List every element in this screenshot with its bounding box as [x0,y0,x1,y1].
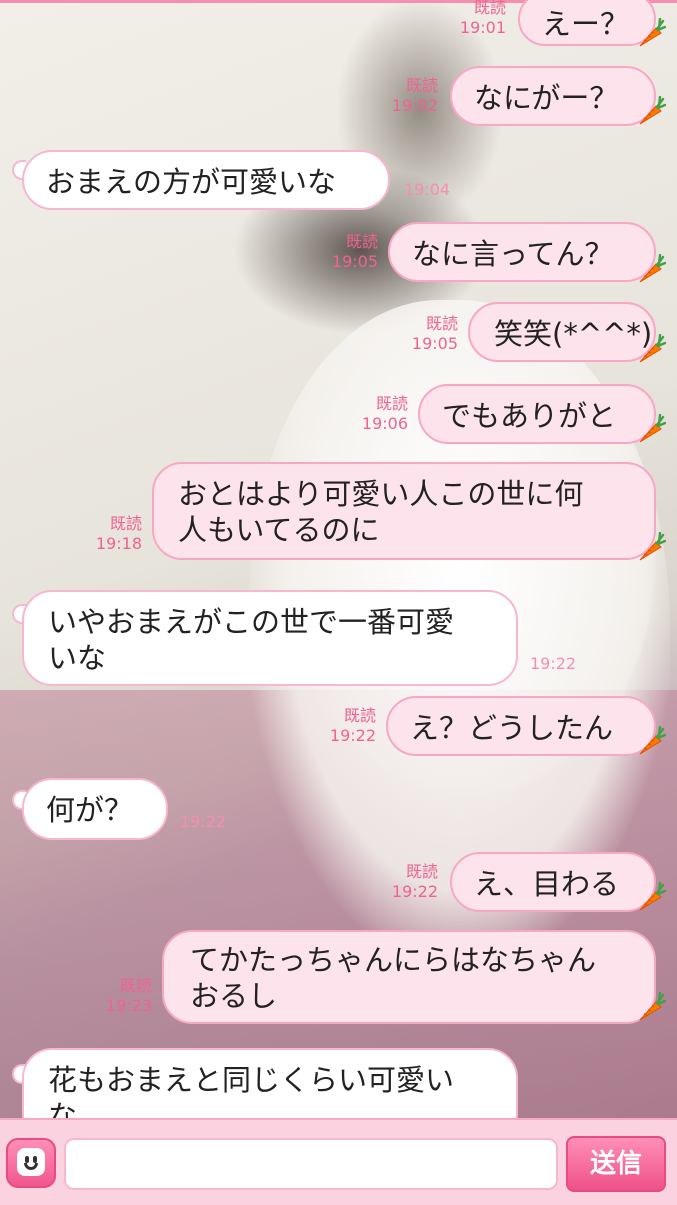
message-bubble-in[interactable]: 何が？ [22,778,168,840]
smiley-face-icon [17,1148,45,1176]
eye [33,1156,37,1163]
message-bubble-out[interactable]: でもありがと [418,384,656,444]
carrot-icon [636,726,666,756]
carrot-icon [636,18,666,48]
message-line: おるし [190,979,278,1013]
message-input[interactable] [64,1138,558,1190]
message-time: 19:04 [404,180,451,199]
message-bubble-out[interactable]: え？どうしたん [386,696,656,756]
message-bubble-in[interactable]: いやおまえがこの世で一番可愛 いな [22,590,518,686]
carrot-icon [636,414,666,444]
message-line: 花もおまえと同じくらい可愛い [48,1063,455,1097]
carrot-icon [636,334,666,364]
message-line: おとはより可愛い人この世に何 [178,477,584,511]
read-receipt: 既読 19:06 [361,394,408,433]
read-receipt: 既読 19:02 [391,76,438,115]
message-bubble-out[interactable]: 笑笑(*^^*) [468,302,656,362]
read-receipt: 既読 19:01 [459,0,506,37]
message-bubble-out[interactable]: なにがー？ [450,66,656,126]
message-bubble-out[interactable]: なに言ってん？ [388,222,656,282]
read-receipt: 既読 19:22 [329,706,376,745]
read-receipt: 既読 19:22 [391,862,438,901]
emoji-button[interactable] [6,1138,56,1188]
carrot-icon [636,96,666,126]
message-bubble-out[interactable]: おとはより可愛い人この世に何 人もいてるのに [152,462,656,560]
message-line: 人もいてるのに [178,513,380,547]
message-time: 19:22 [180,812,227,831]
input-bar: 送信 [0,1118,677,1205]
read-receipt: 既読 19:05 [411,314,458,353]
carrot-icon [636,254,666,284]
message-bubble-in[interactable]: おまえの方が可愛いな [22,150,390,210]
mouth [24,1163,38,1170]
carrot-icon [636,992,666,1022]
message-time: 19:22 [530,654,577,673]
message-bubble-out[interactable]: え、目わる [450,852,656,912]
message-line: てかたっちゃんにらはなちゃん [190,943,597,977]
message-line: いやおまえがこの世で一番可愛 [48,605,455,639]
carrot-icon [636,532,666,562]
carrot-icon [636,882,666,912]
send-button[interactable]: 送信 [566,1136,666,1192]
read-receipt: 既読 19:23 [105,976,152,1015]
message-bubble-out[interactable]: てかたっちゃんにらはなちゃん おるし [162,930,656,1024]
eye [25,1156,29,1163]
message-line: いな [48,641,107,675]
read-receipt: 既読 19:18 [95,514,142,553]
read-receipt: 既読 19:05 [331,232,378,271]
